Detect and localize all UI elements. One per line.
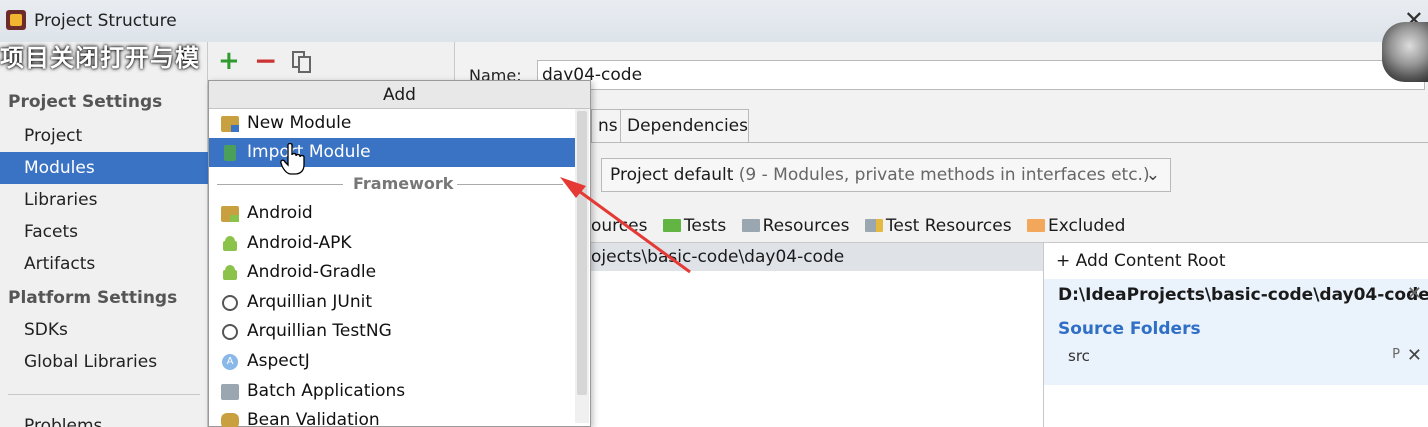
annotation-arrow-icon <box>560 177 691 274</box>
hand-cursor-icon <box>280 143 305 175</box>
